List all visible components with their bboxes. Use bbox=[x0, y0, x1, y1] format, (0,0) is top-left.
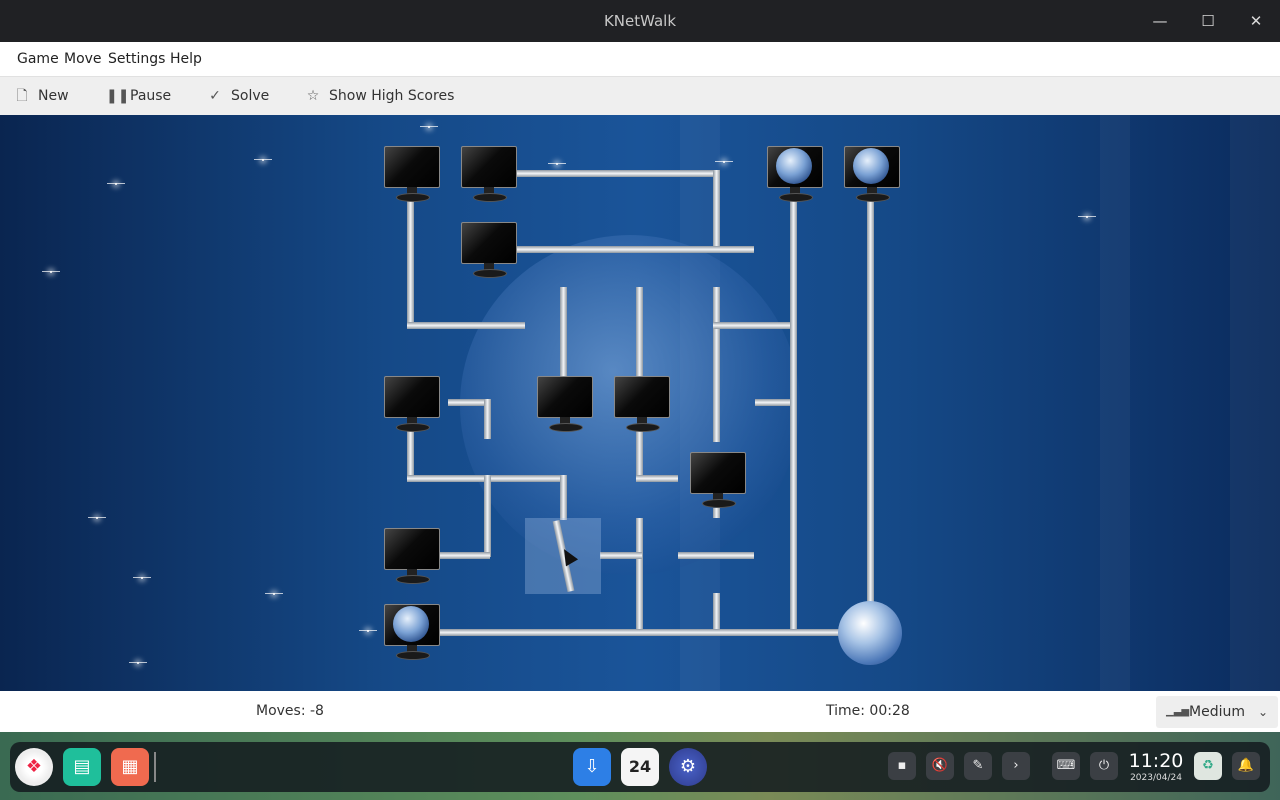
game-board[interactable] bbox=[0, 115, 1280, 691]
title-bar: KNetWalk — ☐ ✕ bbox=[0, 0, 1280, 42]
notification-bell-icon[interactable]: 🔔 bbox=[1232, 752, 1260, 780]
clock[interactable]: 11:20 2023/04/24 bbox=[1128, 750, 1184, 784]
clock-date: 2023/04/24 bbox=[1130, 773, 1182, 783]
notification-tray-icon[interactable]: ▪ bbox=[888, 752, 916, 780]
menu-bar: Game Move Settings Help bbox=[0, 42, 1280, 76]
trash-icon[interactable]: ♻ bbox=[1194, 752, 1222, 780]
terminal-icon[interactable] bbox=[614, 376, 670, 434]
moves-counter: Moves: -8 bbox=[256, 703, 324, 719]
calendar-icon[interactable]: 24 bbox=[621, 748, 659, 786]
maximize-icon[interactable]: ☐ bbox=[1184, 0, 1232, 42]
time-counter: Time: 00:28 bbox=[826, 703, 910, 719]
difficulty-select[interactable]: ▁▃▅ Medium ⌄ bbox=[1156, 696, 1278, 728]
terminal-connected-icon[interactable] bbox=[767, 146, 823, 204]
power-icon[interactable]: ⏻ bbox=[1090, 752, 1118, 780]
minimize-icon[interactable]: — bbox=[1136, 0, 1184, 42]
solve-button[interactable]: ✓ Solve bbox=[207, 77, 269, 116]
terminal-icon[interactable] bbox=[690, 452, 746, 510]
keyboard-icon[interactable]: ⌨ bbox=[1052, 752, 1080, 780]
settings-gear-icon[interactable]: ⚙ bbox=[669, 748, 707, 786]
chevron-down-icon: ⌄ bbox=[1257, 705, 1268, 719]
terminal-icon[interactable] bbox=[461, 222, 517, 280]
terminal-icon[interactable] bbox=[384, 528, 440, 586]
difficulty-value: Medium bbox=[1189, 704, 1245, 720]
menu-game[interactable]: Game bbox=[17, 42, 59, 76]
pause-label: Pause bbox=[130, 88, 172, 104]
calendar-day: 24 bbox=[628, 757, 652, 776]
terminal-icon[interactable] bbox=[537, 376, 593, 434]
window-title: KNetWalk bbox=[603, 12, 677, 30]
server-globe-icon[interactable] bbox=[838, 601, 902, 665]
signal-bars-icon: ▁▃▅ bbox=[1166, 706, 1190, 717]
chevron-right-icon[interactable]: › bbox=[1002, 752, 1030, 780]
launcher-icon[interactable]: ❖ bbox=[15, 748, 53, 786]
new-button[interactable]: 🗋 New bbox=[14, 77, 69, 116]
new-document-icon: 🗋 bbox=[16, 88, 28, 104]
terminal-connected-icon[interactable] bbox=[384, 604, 440, 662]
clock-time: 11:20 bbox=[1128, 750, 1184, 772]
terminal-icon[interactable] bbox=[384, 146, 440, 204]
toolbar: 🗋 New ❚❚Pause ✓ Solve ☆ Show High Scores bbox=[0, 76, 1280, 116]
pause-icon: ❚❚ bbox=[106, 88, 130, 104]
status-bar: Moves: -8 Time: 00:28 bbox=[0, 691, 1280, 732]
volume-muted-icon[interactable]: 🔇 bbox=[926, 752, 954, 780]
menu-help[interactable]: Help bbox=[170, 42, 202, 76]
close-icon[interactable]: ✕ bbox=[1232, 0, 1280, 42]
multitask-view-icon[interactable]: ▤ bbox=[63, 748, 101, 786]
star-icon: ☆ bbox=[306, 88, 320, 104]
menu-settings[interactable]: Settings bbox=[108, 42, 165, 76]
app-store-icon[interactable]: ⇩ bbox=[573, 748, 611, 786]
pause-button[interactable]: ❚❚Pause bbox=[106, 77, 171, 116]
new-label: New bbox=[38, 88, 69, 104]
checkmark-icon: ✓ bbox=[209, 88, 221, 104]
terminal-connected-icon[interactable] bbox=[844, 146, 900, 204]
network-disconnected-icon[interactable]: ✎ bbox=[964, 752, 992, 780]
workspace-icon[interactable]: ▦ bbox=[111, 748, 149, 786]
show-high-scores-button[interactable]: ☆ Show High Scores bbox=[305, 77, 455, 116]
terminal-icon[interactable] bbox=[461, 146, 517, 204]
solve-label: Solve bbox=[231, 88, 270, 104]
terminal-icon[interactable] bbox=[384, 376, 440, 434]
menu-move[interactable]: Move bbox=[64, 42, 102, 76]
highscores-label: Show High Scores bbox=[329, 88, 455, 104]
